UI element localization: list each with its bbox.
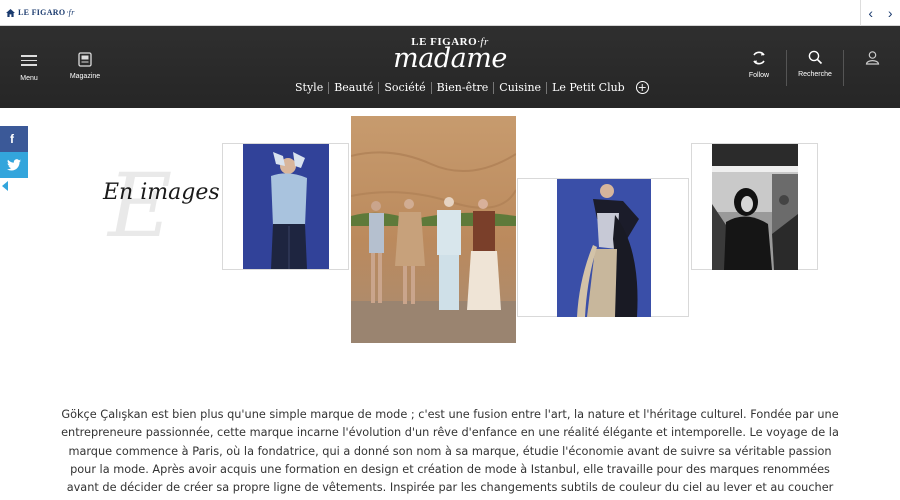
twitter-share-button[interactable] — [0, 152, 28, 178]
header-divider — [786, 50, 787, 86]
brand-main: madame — [393, 43, 507, 74]
nav-item-societe[interactable]: Société — [381, 81, 428, 94]
section-title: En images — [103, 180, 220, 205]
magazine-label: Magazine — [69, 73, 101, 80]
nav-item-cuisine[interactable]: Cuisine — [496, 81, 544, 94]
logo-text: LE FIGARO — [18, 8, 66, 17]
nav-item-le-petit-club[interactable]: Le Petit Club — [549, 81, 628, 94]
chevron-right-icon[interactable]: › — [888, 5, 893, 21]
header-divider — [843, 50, 844, 86]
article-body: Gökçe Çalışkan est bien plus qu'une simp… — [61, 408, 839, 495]
search-icon — [808, 50, 822, 65]
nav-item-bien-etre[interactable]: Bien-être — [434, 81, 492, 94]
twitter-icon — [7, 159, 21, 171]
nav-divider — [378, 81, 380, 94]
carousel-arrows: ‹ › — [860, 0, 900, 26]
gallery-image-4 — [712, 144, 798, 270]
search-button[interactable]: Recherche — [796, 50, 834, 78]
facebook-icon: f — [10, 132, 14, 146]
logo-suffix: ·fr — [66, 8, 75, 17]
user-icon — [865, 51, 879, 65]
nav-divider — [430, 81, 432, 94]
gallery-image-3 — [557, 179, 651, 317]
follow-icon — [753, 51, 765, 65]
gallery-image-1 — [243, 144, 329, 269]
social-share-bar: f — [0, 126, 28, 191]
nav-divider — [328, 81, 330, 94]
section-heading: E En images — [100, 154, 220, 260]
menu-button[interactable]: Menu — [10, 52, 48, 82]
home-icon — [6, 8, 15, 17]
facebook-share-button[interactable]: f — [0, 126, 28, 152]
plus-circle-icon[interactable]: + — [635, 81, 649, 94]
collapse-share-icon[interactable] — [2, 181, 8, 191]
main-header: Menu Magazine LE FIGARO·fr madame Style … — [0, 26, 900, 108]
site-topbar: LE FIGARO ·fr ‹ › — [0, 0, 900, 26]
nav-item-style[interactable]: Style — [292, 81, 326, 94]
search-label: Recherche — [798, 71, 832, 78]
gallery-thumb-3[interactable] — [517, 178, 689, 317]
madame-brand-logo[interactable]: LE FIGARO·fr madame — [380, 36, 520, 72]
menu-label: Menu — [20, 74, 38, 82]
gallery-thumb-1[interactable] — [222, 143, 349, 270]
nav-divider — [493, 81, 495, 94]
follow-button[interactable]: Follow — [742, 50, 776, 79]
gallery-thumb-2[interactable] — [351, 116, 516, 343]
gallery-thumb-4[interactable] — [691, 143, 818, 270]
hamburger-icon — [21, 52, 37, 69]
chevron-left-icon[interactable]: ‹ — [868, 5, 873, 21]
account-button[interactable] — [860, 50, 884, 65]
follow-label: Follow — [748, 72, 770, 79]
magazine-button[interactable]: Magazine — [66, 52, 104, 80]
magazine-icon — [78, 52, 92, 67]
main-nav: Style Beauté Société Bien-être Cuisine L… — [292, 81, 649, 94]
section-watermark-letter: E — [108, 154, 173, 257]
nav-divider — [546, 81, 548, 94]
le-figaro-logo[interactable]: LE FIGARO ·fr — [6, 8, 75, 17]
gallery-image-2 — [351, 116, 516, 343]
nav-item-beaute[interactable]: Beauté — [331, 81, 376, 94]
